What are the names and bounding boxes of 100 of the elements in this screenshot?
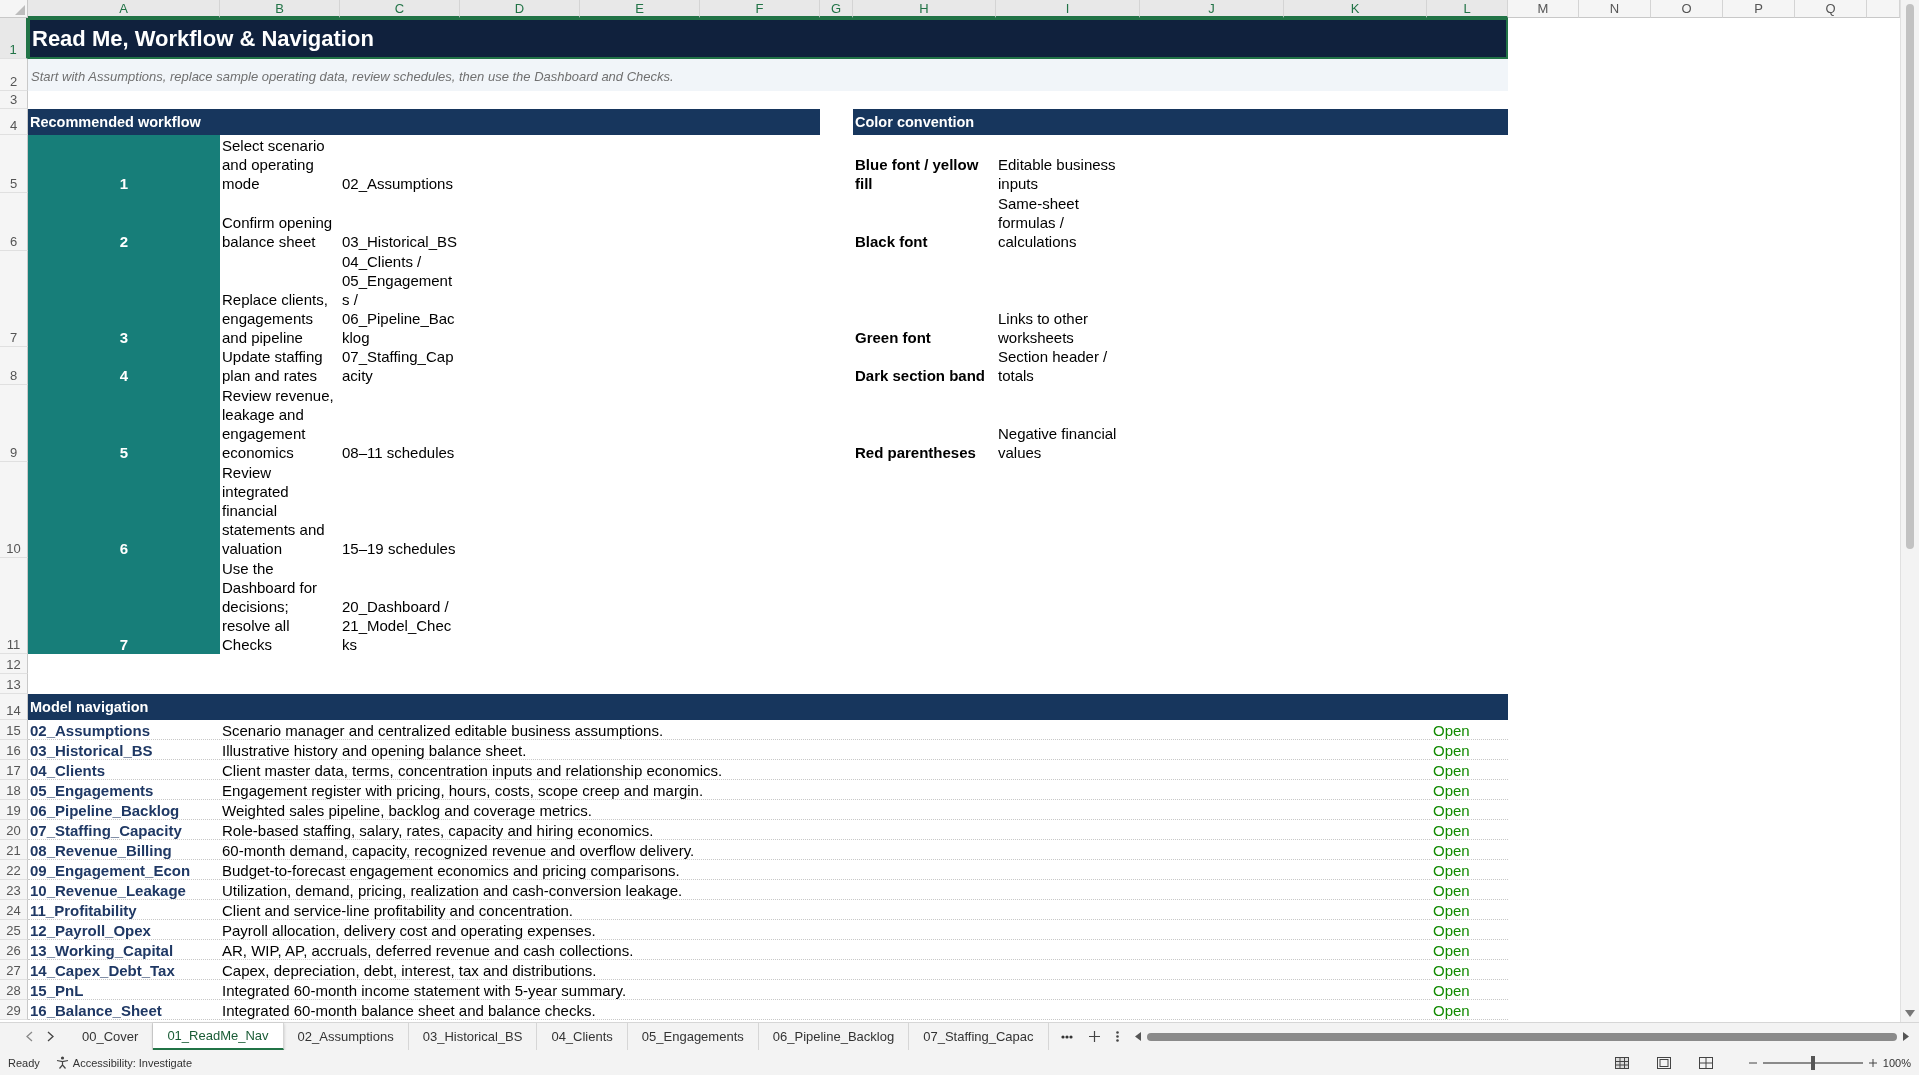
step-number: 7 bbox=[28, 558, 220, 654]
sheet-description: Client master data, terms, concentration inputs and relationship economics. bbox=[222, 761, 723, 780]
column-header[interactable]: E bbox=[580, 0, 700, 18]
row-header[interactable]: 17 bbox=[0, 760, 28, 780]
open-link[interactable]: Open bbox=[1429, 721, 1470, 740]
row-header[interactable]: 18 bbox=[0, 780, 28, 800]
open-link[interactable]: Open bbox=[1429, 781, 1470, 800]
column-header[interactable]: J bbox=[1140, 0, 1284, 18]
add-sheet-icon[interactable] bbox=[1088, 1031, 1100, 1042]
column-header[interactable]: L bbox=[1427, 0, 1508, 18]
sheet-reference: 03_Historical_BS bbox=[342, 232, 458, 251]
row-header[interactable]: 25 bbox=[0, 920, 28, 940]
open-link[interactable]: Open bbox=[1429, 821, 1470, 840]
row-header[interactable]: 27 bbox=[0, 960, 28, 980]
column-header[interactable]: F bbox=[700, 0, 820, 18]
sheet-name: 08_Revenue_Billing bbox=[30, 841, 172, 860]
sheet-description: Weighted sales pipeline, backlog and coverage metrics. bbox=[222, 801, 592, 820]
row-header[interactable]: 10 bbox=[0, 462, 28, 558]
column-header[interactable]: D bbox=[460, 0, 580, 18]
sheet-description: Capex, depreciation, debt, interest, tax and distributions. bbox=[222, 961, 597, 980]
sheet-description: AR, WIP, AP, accruals, deferred revenue and cash collections. bbox=[222, 941, 634, 960]
scroll-left-icon[interactable] bbox=[26, 1031, 33, 1042]
options-icon[interactable] bbox=[1115, 1031, 1119, 1042]
zoom-level[interactable]: 100% bbox=[1882, 1056, 1911, 1069]
scroll-right-icon[interactable] bbox=[47, 1031, 54, 1042]
scroll-left-icon[interactable] bbox=[1134, 1032, 1141, 1041]
sheet-description: Engagement register with pricing, hours, costs, scope creep and margin. bbox=[222, 781, 704, 800]
open-link[interactable]: Open bbox=[1429, 981, 1470, 1000]
row-header[interactable]: 15 bbox=[0, 720, 28, 740]
scrollbar-thumb[interactable] bbox=[1906, 4, 1914, 549]
row-header[interactable]: 26 bbox=[0, 940, 28, 960]
accessibility-icon[interactable] bbox=[55, 1056, 69, 1069]
column-header[interactable]: N bbox=[1579, 0, 1651, 18]
row-header[interactable]: 1 bbox=[0, 18, 28, 59]
open-link[interactable]: Open bbox=[1429, 801, 1470, 820]
row-header[interactable]: 13 bbox=[0, 674, 28, 694]
column-header[interactable]: C bbox=[340, 0, 460, 18]
row-header[interactable]: 3 bbox=[0, 91, 28, 109]
row-header[interactable]: 28 bbox=[0, 980, 28, 1000]
column-header[interactable]: G bbox=[820, 0, 853, 18]
row-header[interactable]: 23 bbox=[0, 880, 28, 900]
sheet-name: 04_Clients bbox=[30, 761, 106, 780]
open-link[interactable]: Open bbox=[1429, 1001, 1470, 1020]
open-link[interactable]: Open bbox=[1429, 921, 1470, 940]
sheet-name: 07_Staffing_Capacity bbox=[30, 821, 182, 840]
convention-label: Blue font / yellow fill bbox=[855, 155, 980, 193]
row-header[interactable]: 12 bbox=[0, 654, 28, 674]
column-header[interactable]: P bbox=[1723, 0, 1795, 18]
scrollbar-thumb[interactable] bbox=[1146, 1032, 1897, 1041]
column-header[interactable]: O bbox=[1651, 0, 1723, 18]
step-text: Use the Dashboard for decisions; resolve all Checks bbox=[222, 559, 319, 654]
sheet-name: 11_Profitability bbox=[30, 901, 137, 920]
open-link[interactable]: Open bbox=[1429, 741, 1470, 760]
scroll-right-icon[interactable] bbox=[1903, 1032, 1909, 1041]
slider-thumb[interactable] bbox=[1810, 1055, 1815, 1070]
step-text: Confirm opening balance sheet bbox=[222, 213, 334, 251]
scroll-down-icon[interactable] bbox=[1905, 1010, 1915, 1018]
open-link[interactable]: Open bbox=[1429, 881, 1470, 900]
sheet-description: Integrated 60-month income statement with 5-year summary. bbox=[222, 981, 627, 1000]
row-header[interactable]: 14 bbox=[0, 694, 28, 720]
open-link[interactable]: Open bbox=[1429, 841, 1470, 860]
more-icon[interactable] bbox=[1060, 1034, 1073, 1039]
row-header[interactable]: 20 bbox=[0, 820, 28, 840]
open-link[interactable]: Open bbox=[1429, 941, 1470, 960]
step-text: Select scenario and operating mode bbox=[222, 136, 326, 193]
vertical-scrollbar[interactable] bbox=[1900, 0, 1919, 1022]
sheet-tab[interactable]: 01_ReadMe_Nav bbox=[153, 1023, 284, 1050]
page-break-icon[interactable] bbox=[1698, 1056, 1713, 1069]
page-layout-icon[interactable] bbox=[1656, 1056, 1671, 1069]
sheet-description: Scenario manager and centralized editable business assumptions. bbox=[222, 721, 664, 740]
open-link[interactable]: Open bbox=[1429, 861, 1470, 880]
row-header[interactable]: 29 bbox=[0, 1000, 28, 1020]
sheet-description: Role-based staffing, salary, rates, capacity and hiring economics. bbox=[222, 821, 654, 840]
row-header[interactable]: 24 bbox=[0, 900, 28, 920]
row-header[interactable]: 2 bbox=[0, 59, 28, 91]
row-header[interactable]: 19 bbox=[0, 800, 28, 820]
column-header[interactable]: Q bbox=[1795, 0, 1867, 18]
column-header[interactable]: A bbox=[28, 0, 220, 18]
normal-view-icon[interactable] bbox=[1614, 1056, 1629, 1069]
row-header[interactable]: 8 bbox=[0, 347, 28, 385]
column-header[interactable]: H bbox=[853, 0, 996, 18]
open-link[interactable]: Open bbox=[1429, 961, 1470, 980]
row-header[interactable]: 11 bbox=[0, 558, 28, 654]
accessibility-status[interactable]: Accessibility: Investigate bbox=[72, 1056, 192, 1069]
open-link[interactable]: Open bbox=[1429, 761, 1470, 780]
row-header[interactable]: 22 bbox=[0, 860, 28, 880]
row-header[interactable]: 16 bbox=[0, 740, 28, 760]
row-header[interactable]: 7 bbox=[0, 251, 28, 347]
column-header[interactable]: I bbox=[996, 0, 1140, 18]
row-header[interactable]: 5 bbox=[0, 135, 28, 193]
row-header[interactable]: 9 bbox=[0, 385, 28, 462]
row-header[interactable]: 4 bbox=[0, 109, 28, 135]
column-header[interactable]: B bbox=[220, 0, 340, 18]
row-header[interactable]: 6 bbox=[0, 193, 28, 251]
row-header[interactable]: 21 bbox=[0, 840, 28, 860]
open-link[interactable]: Open bbox=[1429, 901, 1470, 920]
convention-description: Negative financial values bbox=[998, 424, 1118, 462]
zoom-in-icon[interactable] bbox=[1868, 1058, 1877, 1067]
column-header[interactable]: K bbox=[1284, 0, 1427, 18]
column-header[interactable]: M bbox=[1508, 0, 1579, 18]
